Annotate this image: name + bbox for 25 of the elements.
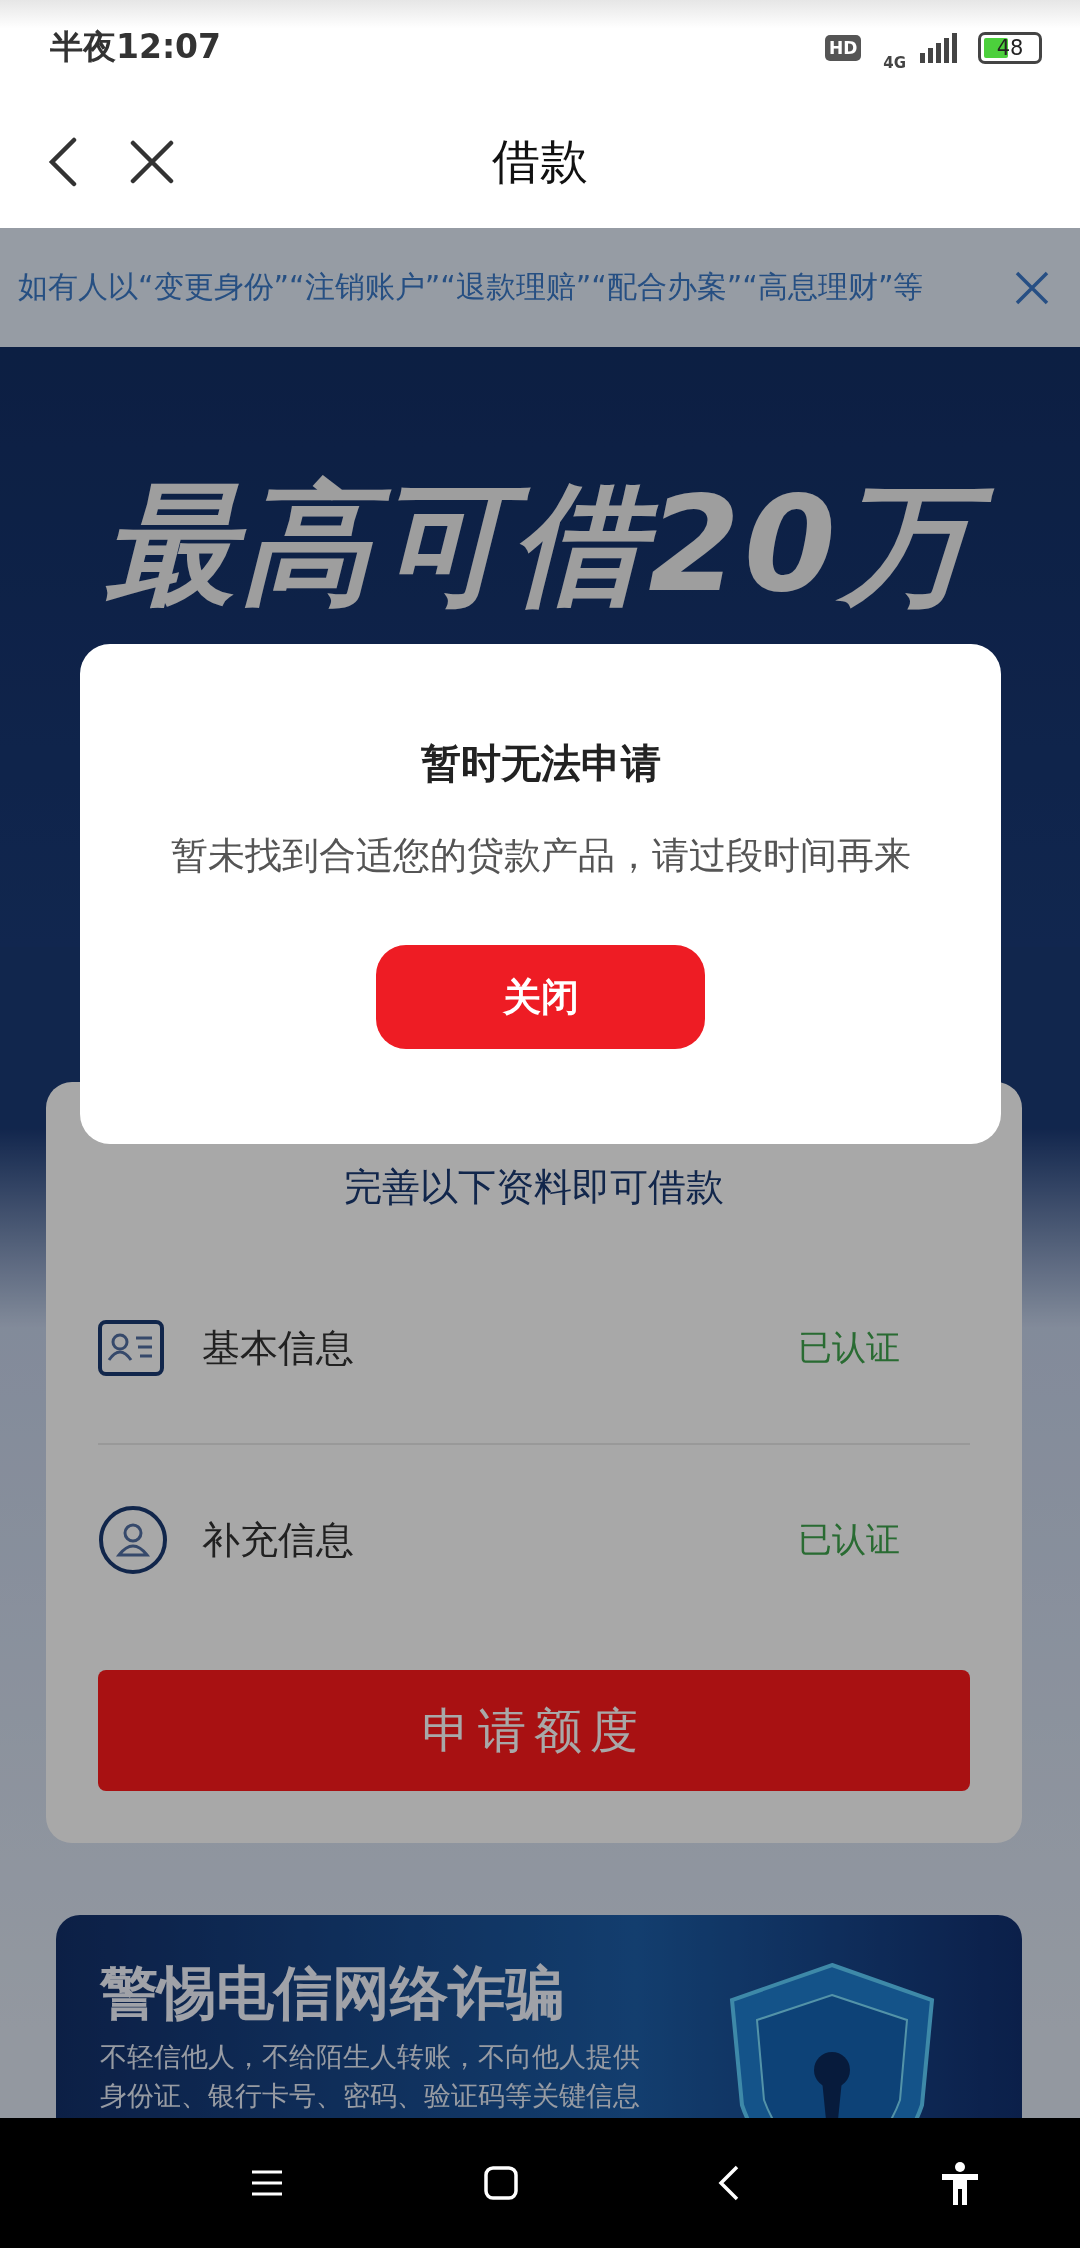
id-card-icon <box>98 1320 164 1376</box>
info-row[interactable]: 基本信息 已认证 <box>98 1253 970 1443</box>
banner-text: 不轻信他人，不给陌生人转账，不向他人提供身份证、银行卡号、密码、验证码等关键信息 <box>100 2040 640 2114</box>
status-label: 已认证 <box>798 1518 900 1561</box>
menu-icon[interactable] <box>250 2170 284 2196</box>
dialog-title: 暂时无法申请 <box>420 739 661 788</box>
status-label: 已认证 <box>798 1326 900 1369</box>
person-icon <box>98 1505 168 1575</box>
close-button[interactable]: 关闭 <box>376 945 705 1049</box>
network-label: 4G <box>883 53 906 72</box>
info-row[interactable]: 补充信息 已认证 <box>98 1443 970 1635</box>
close-icon[interactable] <box>130 139 174 184</box>
page-title: 借款 <box>492 131 588 191</box>
card-title: 完善以下资料即可借款 <box>343 1164 725 1211</box>
status-time: 半夜12:07 <box>50 26 222 68</box>
hero-title: 最高可借20万 <box>0 347 1080 635</box>
home-icon[interactable] <box>484 2166 518 2200</box>
row-label: 补充信息 <box>202 1516 355 1564</box>
notice-text: 如有人以“变更身份”“注销账户”“退款理赔”“配合办案”“高息理财”等 <box>18 268 925 306</box>
accessibility-icon[interactable] <box>940 2161 980 2205</box>
dialog-message: 暂未找到合适您的贷款产品，请过段时间再来 <box>170 833 911 879</box>
row-label: 基本信息 <box>202 1324 355 1372</box>
back-icon[interactable] <box>718 2165 740 2201</box>
banner-title: 警惕电信网络诈骗 <box>100 1958 565 2029</box>
hd-badge: HD <box>824 34 862 61</box>
